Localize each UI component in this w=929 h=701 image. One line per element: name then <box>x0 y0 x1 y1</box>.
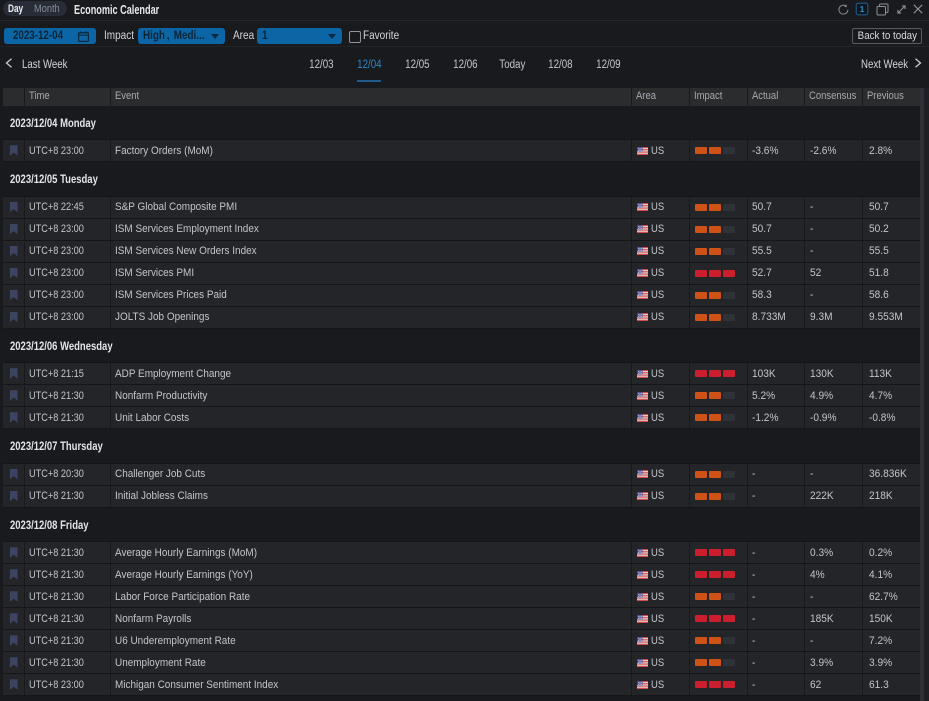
svg-text:1: 1 <box>860 4 865 14</box>
